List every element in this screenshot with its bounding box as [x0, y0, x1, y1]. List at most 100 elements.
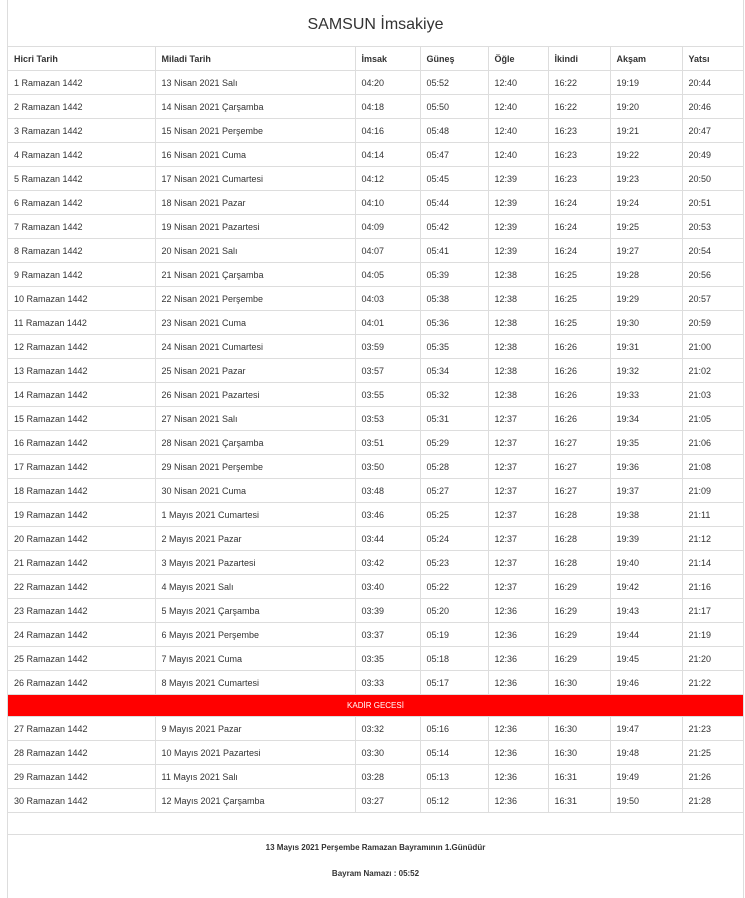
miladi-date-cell: 20 Nisan 2021 Salı	[155, 238, 356, 263]
miladi-date-cell: 18 Nisan 2021 Pazar	[155, 190, 356, 215]
gunes-cell: 05:28	[420, 454, 489, 479]
aksam-cell: 19:23	[610, 166, 683, 191]
gunes-cell: 05:48	[420, 118, 489, 143]
hicri-date-cell: 23 Ramazan 1442	[8, 598, 156, 623]
imsak-cell: 03:57	[355, 358, 421, 383]
hicri-date-cell: 20 Ramazan 1442	[8, 526, 156, 551]
hicri-date-cell: 4 Ramazan 1442	[8, 142, 156, 167]
ikindi-cell: 16:27	[548, 430, 611, 455]
imsakiye-table: Hicri Tarih Miladi Tarih İmsak Güneş Öğl…	[8, 47, 743, 835]
miladi-date-cell: 11 Mayıs 2021 Salı	[155, 764, 356, 789]
aksam-cell: 19:27	[610, 238, 683, 263]
imsak-cell: 04:12	[355, 166, 421, 191]
table-row: 20 Ramazan 1442 2 Mayıs 2021 Pazar 03:44 05…	[8, 526, 743, 551]
miladi-date-cell: 2 Mayıs 2021 Pazar	[155, 526, 356, 551]
table-row: 13 Ramazan 1442 25 Nisan 2021 Pazar 03:57 0…	[8, 358, 743, 383]
yatsi-cell: 21:05	[682, 406, 743, 431]
miladi-date-cell: 14 Nisan 2021 Çarşamba	[155, 94, 356, 119]
hicri-date-cell: 26 Ramazan 1442	[8, 670, 156, 695]
ogle-cell: 12:39	[488, 190, 549, 215]
ogle-cell: 12:36	[488, 716, 549, 741]
ogle-cell: 12:39	[488, 238, 549, 263]
miladi-date-cell: 23 Nisan 2021 Cuma	[155, 310, 356, 335]
table-row: 4 Ramazan 1442 16 Nisan 2021 Cuma 04:14 05:…	[8, 142, 743, 167]
header-ikindi: İkindi	[548, 47, 611, 71]
hicri-date-cell: 30 Ramazan 1442	[8, 788, 156, 813]
imsak-cell: 03:53	[355, 406, 421, 431]
yatsi-cell: 20:59	[682, 310, 743, 335]
header-gunes: Güneş	[420, 47, 489, 71]
miladi-date-cell: 8 Mayıs 2021 Cumartesi	[155, 670, 356, 695]
ogle-cell: 12:36	[488, 598, 549, 623]
hicri-date-cell: 28 Ramazan 1442	[8, 740, 156, 765]
miladi-date-cell: 17 Nisan 2021 Cumartesi	[155, 166, 356, 191]
hicri-date-cell: 29 Ramazan 1442	[8, 764, 156, 789]
ogle-cell: 12:38	[488, 334, 549, 359]
ogle-cell: 12:38	[488, 262, 549, 287]
ogle-cell: 12:38	[488, 286, 549, 311]
gunes-cell: 05:13	[420, 764, 489, 789]
ogle-cell: 12:40	[488, 70, 549, 95]
aksam-cell: 19:29	[610, 286, 683, 311]
kadir-gecesi-label: KADİR GECESİ	[8, 694, 743, 717]
yatsi-cell: 21:26	[682, 764, 743, 789]
aksam-cell: 19:31	[610, 334, 683, 359]
header-imsak: İmsak	[355, 47, 421, 71]
ogle-cell: 12:37	[488, 406, 549, 431]
gunes-cell: 05:14	[420, 740, 489, 765]
yatsi-cell: 21:11	[682, 502, 743, 527]
miladi-date-cell: 9 Mayıs 2021 Pazar	[155, 716, 356, 741]
table-row: 6 Ramazan 1442 18 Nisan 2021 Pazar 04:10 05…	[8, 190, 743, 215]
imsak-cell: 04:01	[355, 310, 421, 335]
yatsi-cell: 21:19	[682, 622, 743, 647]
aksam-cell: 19:35	[610, 430, 683, 455]
aksam-cell: 19:42	[610, 574, 683, 599]
aksam-cell: 19:44	[610, 622, 683, 647]
table-row: 30 Ramazan 1442 12 Mayıs 2021 Çarşamba 03:…	[8, 788, 743, 813]
header-aksam: Akşam	[610, 47, 683, 71]
imsak-cell: 04:05	[355, 262, 421, 287]
ogle-cell: 12:37	[488, 550, 549, 575]
ikindi-cell: 16:31	[548, 788, 611, 813]
hicri-date-cell: 10 Ramazan 1442	[8, 286, 156, 311]
imsak-cell: 03:30	[355, 740, 421, 765]
ogle-cell: 12:36	[488, 788, 549, 813]
ikindi-cell: 16:23	[548, 142, 611, 167]
ogle-cell: 12:38	[488, 382, 549, 407]
gunes-cell: 05:36	[420, 310, 489, 335]
table-row: 15 Ramazan 1442 27 Nisan 2021 Salı 03:53 05…	[8, 406, 743, 431]
hicri-date-cell: 6 Ramazan 1442	[8, 190, 156, 215]
hicri-date-cell: 25 Ramazan 1442	[8, 646, 156, 671]
miladi-date-cell: 3 Mayıs 2021 Pazartesi	[155, 550, 356, 575]
miladi-date-cell: 6 Mayıs 2021 Perşembe	[155, 622, 356, 647]
table-row: 18 Ramazan 1442 30 Nisan 2021 Cuma 03:48 05…	[8, 478, 743, 503]
kadir-gecesi-row: KADİR GECESİ	[8, 694, 743, 717]
gunes-cell: 05:29	[420, 430, 489, 455]
ikindi-cell: 16:22	[548, 94, 611, 119]
ogle-cell: 12:36	[488, 622, 549, 647]
gunes-cell: 05:24	[420, 526, 489, 551]
imsak-cell: 04:14	[355, 142, 421, 167]
table-row: 26 Ramazan 1442 8 Mayıs 2021 Cumartesi 03:…	[8, 670, 743, 695]
table-row: 17 Ramazan 1442 29 Nisan 2021 Perşembe 03:…	[8, 454, 743, 479]
hicri-date-cell: 1 Ramazan 1442	[8, 70, 156, 95]
table-row: 9 Ramazan 1442 21 Nisan 2021 Çarşamba 04:0…	[8, 262, 743, 287]
yatsi-cell: 21:28	[682, 788, 743, 813]
aksam-cell: 19:24	[610, 190, 683, 215]
aksam-cell: 19:25	[610, 214, 683, 239]
aksam-cell: 19:46	[610, 670, 683, 695]
miladi-date-cell: 15 Nisan 2021 Perşembe	[155, 118, 356, 143]
miladi-date-cell: 26 Nisan 2021 Pazartesi	[155, 382, 356, 407]
table-row: 7 Ramazan 1442 19 Nisan 2021 Pazartesi 04:…	[8, 214, 743, 239]
gunes-cell: 05:17	[420, 670, 489, 695]
miladi-date-cell: 4 Mayıs 2021 Salı	[155, 574, 356, 599]
yatsi-cell: 20:44	[682, 70, 743, 95]
miladi-date-cell: 29 Nisan 2021 Perşembe	[155, 454, 356, 479]
ogle-cell: 12:40	[488, 94, 549, 119]
hicri-date-cell: 15 Ramazan 1442	[8, 406, 156, 431]
imsak-cell: 03:39	[355, 598, 421, 623]
yatsi-cell: 21:25	[682, 740, 743, 765]
gunes-cell: 05:27	[420, 478, 489, 503]
table-row: 28 Ramazan 1442 10 Mayıs 2021 Pazartesi 03…	[8, 740, 743, 765]
hicri-date-cell: 11 Ramazan 1442	[8, 310, 156, 335]
